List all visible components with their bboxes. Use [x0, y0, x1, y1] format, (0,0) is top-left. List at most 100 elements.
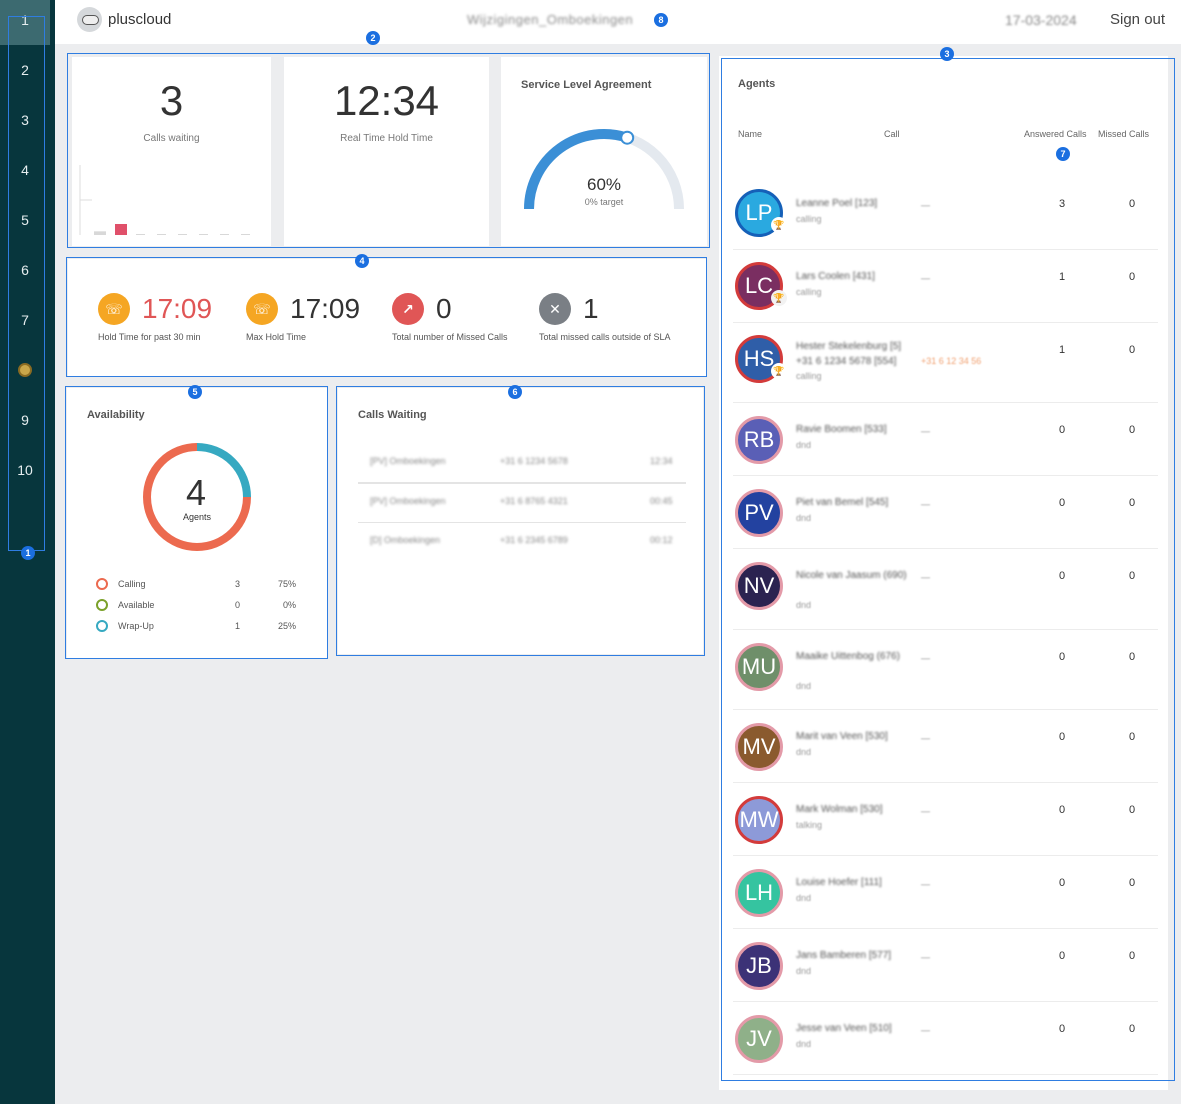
agent-name: Mark Wolman [530]	[796, 804, 883, 815]
calls-waiting-row[interactable]: [PV] Omboekingen +31 6 1234 5678 12:34	[358, 444, 686, 478]
agent-missed-calls: 0	[1128, 804, 1136, 816]
trophy-silver-icon: 🏆	[771, 290, 787, 306]
agent-name: Lars Coolen [431]	[796, 271, 875, 282]
agent-row[interactable]: JB Jans Bamberen [577] dnd — 0 0	[733, 929, 1158, 1002]
agent-name: Louise Hoefer [111]	[796, 877, 882, 888]
agent-answered-calls: 0	[1058, 877, 1066, 889]
agent-row[interactable]: LH Louise Hoefer [111] dnd — 0 0	[733, 856, 1158, 929]
calls-waiting-cell: 12:34	[650, 456, 673, 466]
annotation-badge-8: 8	[654, 13, 668, 27]
annotation-badge-4: 4	[355, 254, 369, 268]
agent-call: —	[921, 1025, 930, 1035]
avatar: JV	[735, 1015, 783, 1063]
agent-row[interactable]: HS 🏆 Hester Stekelenburg [5] +31 6 1234 56…	[733, 323, 1158, 403]
agent-row[interactable]: MW Mark Wolman [530] talking — 0 0	[733, 783, 1158, 856]
avatar: LH	[735, 869, 783, 917]
agents-col-name: Name	[738, 129, 763, 139]
calls-waiting-row[interactable]: [D] Omboekingen +31 6 2345 6789 00:12	[358, 523, 686, 557]
avatar: JB	[735, 942, 783, 990]
sla-gauge	[524, 129, 684, 210]
availability-legend-row: Calling 3 75%	[96, 577, 300, 593]
agent-name: Nicole van Jaasum (690)	[796, 570, 907, 581]
agent-answered-calls: 0	[1058, 424, 1066, 436]
legend-pct: 25%	[277, 621, 296, 631]
calls-waiting-cell: 00:12	[650, 535, 673, 545]
agent-row[interactable]: JV Jesse van Veen [510] dnd — 0 0	[733, 1002, 1158, 1075]
mini-chart-bar	[220, 234, 229, 235]
kpi-label: Max Hold Time	[246, 332, 307, 342]
agent-row[interactable]: MV Marit van Veen [530] dnd — 0 0	[733, 710, 1158, 783]
mini-chart-bar	[241, 234, 250, 235]
annotation-badge-3: 3	[940, 47, 954, 61]
avatar: PV	[735, 489, 783, 537]
agent-missed-calls: 0	[1128, 497, 1136, 509]
calls-waiting-divider	[358, 482, 686, 484]
legend-count: 1	[235, 621, 241, 631]
agent-call: —	[921, 572, 930, 582]
avatar: MU	[735, 643, 783, 691]
agent-status: calling	[796, 214, 822, 224]
agent-missed-calls: 0	[1128, 198, 1136, 210]
kpi-value: 0	[436, 293, 452, 324]
agent-name: Jesse van Veen [510]	[796, 1023, 892, 1034]
agents-col-answered: Answered Calls	[1024, 129, 1087, 139]
agent-row[interactable]: PV Piet van Bemel [545] dnd — 0 0	[733, 476, 1158, 549]
annotation-badge-1: 1	[21, 546, 35, 560]
kpi-label: Total missed calls outside of SLA	[539, 332, 671, 342]
missed-call-icon: ↗	[392, 293, 424, 325]
agent-name: Maaike Uittenbog (676)	[796, 651, 900, 662]
phone-pause-icon: ☏	[246, 293, 278, 325]
annotation-badge-7: 7	[1056, 147, 1070, 161]
agent-answered-calls: 0	[1058, 1023, 1066, 1035]
availability-legend-row: Available 0 0%	[96, 598, 300, 614]
trophy-gold-icon: 🏆	[771, 217, 787, 233]
sla-value: 60%	[586, 175, 622, 194]
agent-status: dnd	[796, 966, 812, 976]
calls-waiting-cell: [D] Omboekingen	[370, 535, 441, 545]
logo-text: pluscloud	[108, 11, 172, 28]
calls-waiting-cell: 00:45	[650, 496, 673, 506]
agent-name: Ravie Boomen [533]	[796, 424, 887, 435]
agent-call: —	[921, 879, 930, 889]
kpi-value: 17:09	[142, 293, 213, 324]
agent-row[interactable]: LP 🏆 Leanne Poel [123] calling —3 0	[733, 177, 1158, 250]
agent-answered-calls: 0	[1058, 804, 1066, 816]
agent-status: dnd	[796, 440, 812, 450]
sla-card: Service Level Agreement 60% 0% target	[501, 57, 707, 246]
cloud-icon	[77, 7, 102, 32]
sidebar: 1 2 3 4 5 6 7 9 10 1	[0, 0, 55, 1104]
agent-status: dnd	[796, 513, 812, 523]
mini-chart-bar	[157, 234, 166, 235]
calls-waiting-row[interactable]: [PV] Omboekingen +31 6 8765 4321 00:45	[358, 484, 686, 518]
agent-row[interactable]: RB Ravie Boomen [533] dnd — 0 0	[733, 403, 1158, 476]
header: pluscloud Wijzigingen_Omboekingen 8 17-0…	[55, 0, 1181, 44]
agent-row[interactable]: NV Nicole van Jaasum (690) dnd — 0 0	[733, 549, 1158, 630]
annotation-frame-1	[8, 16, 45, 551]
legend-name: Wrap-Up	[118, 621, 154, 631]
trophy-bronze-icon: 🏆	[771, 363, 787, 379]
legend-name: Available	[118, 600, 155, 610]
agent-row[interactable]: LC 🏆 Lars Coolen [431] calling —1 0	[733, 250, 1158, 323]
logo[interactable]: pluscloud	[77, 7, 171, 32]
agent-call: —	[921, 426, 930, 436]
agent-missed-calls: 0	[1128, 1023, 1136, 1035]
agent-answered-calls: 0	[1058, 731, 1066, 743]
legend-count: 3	[235, 579, 241, 589]
agent-call: +31 6 12 34 56	[921, 356, 982, 366]
agent-row[interactable]: MU Maaike Uittenbog (676) dnd — 0 0	[733, 630, 1158, 710]
availability-card: Availability 4 Agents	[67, 388, 327, 658]
mini-chart-bar	[178, 234, 187, 235]
avatar: NV	[735, 562, 783, 610]
agent-missed-calls: 0	[1128, 424, 1136, 436]
hold-time-value: 12:34	[333, 77, 440, 124]
legend-pct: 0%	[282, 600, 296, 610]
calls-waiting-cell: +31 6 1234 5678	[500, 456, 568, 466]
mini-chart-bar	[115, 224, 127, 235]
avatar: MW	[735, 796, 783, 844]
availability-donut	[143, 443, 251, 551]
calls-waiting-card: 3 Calls waiting	[72, 57, 271, 246]
legend-count: 0	[235, 600, 241, 610]
sign-out-button[interactable]: Sign out	[1110, 11, 1165, 28]
avatar: MV	[735, 723, 783, 771]
agent-call: —	[921, 499, 930, 509]
